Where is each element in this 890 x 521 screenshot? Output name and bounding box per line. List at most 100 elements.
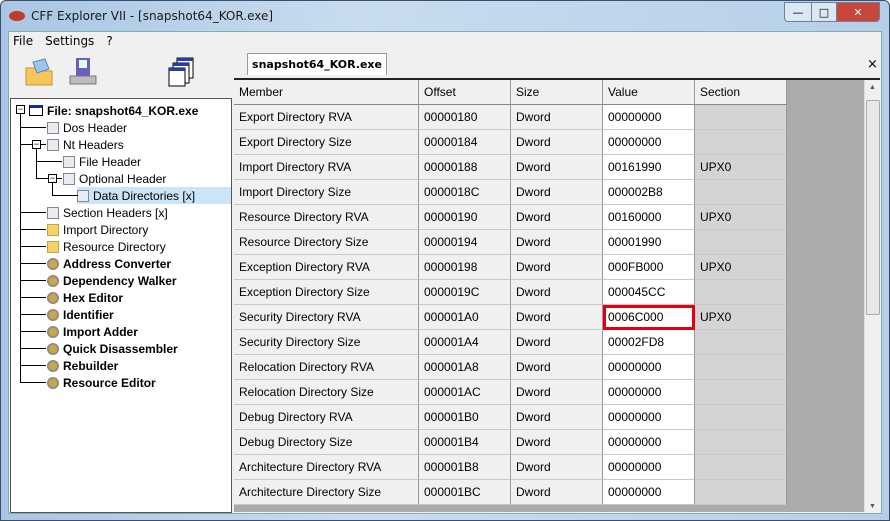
- table-row[interactable]: Security Directory Size 000001A4 Dword 0000…: [234, 330, 787, 355]
- table-row[interactable]: Architecture Directory RVA 000001B8 Dword 0…: [234, 455, 787, 480]
- cell-value[interactable]: 000FB000: [603, 255, 695, 280]
- scrollbar-thumb[interactable]: [866, 100, 880, 315]
- collapse-icon[interactable]: −: [48, 174, 57, 183]
- tree-view[interactable]: File: snapshot64_KOR.exe Dos Header Nt Hea…: [10, 98, 232, 513]
- table-row[interactable]: Debug Directory RVA 000001B0 Dword 00000000: [234, 405, 787, 430]
- tree-item[interactable]: Import Directory: [47, 221, 148, 238]
- maximize-button[interactable]: □: [811, 2, 837, 22]
- table-row[interactable]: Export Directory Size 00000184 Dword 000000…: [234, 130, 787, 155]
- collapse-icon[interactable]: −: [32, 140, 41, 149]
- cell-offset: 00000184: [419, 130, 511, 155]
- scroll-down-icon[interactable]: ▼: [869, 503, 876, 510]
- minimize-button[interactable]: —: [784, 2, 812, 22]
- tree-item-label: Import Adder: [63, 324, 138, 339]
- tree-item[interactable]: Dependency Walker: [47, 272, 177, 289]
- tree-item[interactable]: Identifier: [47, 306, 114, 323]
- tree-item[interactable]: Optional Header: [63, 170, 166, 187]
- cell-section: [695, 180, 787, 205]
- table-row[interactable]: Resource Directory Size 00000194 Dword 0000…: [234, 230, 787, 255]
- doc-icon: [63, 172, 75, 185]
- cell-value[interactable]: 000045CC: [603, 280, 695, 305]
- doc-icon: [63, 155, 75, 168]
- tree-item[interactable]: File: snapshot64_KOR.exe: [29, 102, 198, 119]
- cell-member: Exception Directory RVA: [234, 255, 419, 280]
- cell-offset: 0000018C: [419, 180, 511, 205]
- column-header-member[interactable]: Member: [234, 80, 419, 105]
- column-header-offset[interactable]: Offset: [419, 80, 511, 105]
- cell-member: Import Directory Size: [234, 180, 419, 205]
- cell-member: Security Directory Size: [234, 330, 419, 355]
- cell-value[interactable]: 00000000: [603, 405, 695, 430]
- scroll-up-icon[interactable]: ▲: [869, 84, 876, 91]
- cell-section: [695, 330, 787, 355]
- column-header-value[interactable]: Value: [603, 80, 695, 105]
- column-header-size[interactable]: Size: [511, 80, 603, 105]
- table-row[interactable]: Architecture Directory Size 000001BC Dword…: [234, 480, 787, 505]
- cell-value[interactable]: 00000000: [603, 480, 695, 505]
- table-row[interactable]: Relocation Directory Size 000001AC Dword 00…: [234, 380, 787, 405]
- cell-value[interactable]: 00002FD8: [603, 330, 695, 355]
- cell-member: Exception Directory Size: [234, 280, 419, 305]
- tree-line: [20, 297, 46, 298]
- cell-size: Dword: [511, 355, 603, 380]
- open-folder-icon[interactable]: [23, 56, 55, 88]
- tree-item[interactable]: Data Directories [x]: [77, 187, 231, 204]
- cell-value[interactable]: 0006C000: [603, 305, 695, 330]
- doc-icon: [47, 121, 59, 134]
- cell-value[interactable]: 00000000: [603, 380, 695, 405]
- table-row[interactable]: Relocation Directory RVA 000001A8 Dword 000…: [234, 355, 787, 380]
- cell-value[interactable]: 00000000: [603, 355, 695, 380]
- cell-value[interactable]: 00160000: [603, 205, 695, 230]
- menu-settings[interactable]: Settings: [45, 34, 94, 48]
- windows-icon[interactable]: [167, 56, 199, 88]
- table-row[interactable]: Debug Directory Size 000001B4 Dword 0000000…: [234, 430, 787, 455]
- cell-value[interactable]: 000002B8: [603, 180, 695, 205]
- cell-offset: 00000194: [419, 230, 511, 255]
- table-row[interactable]: Import Directory Size 0000018C Dword 000002…: [234, 180, 787, 205]
- cell-value[interactable]: 00000000: [603, 130, 695, 155]
- tree-item-label: Quick Disassembler: [63, 341, 178, 356]
- tree-item[interactable]: Address Converter: [47, 255, 171, 272]
- vertical-scrollbar[interactable]: ▲ ▼: [864, 80, 880, 512]
- close-tab-button[interactable]: ×: [867, 57, 878, 72]
- cell-member: Relocation Directory RVA: [234, 355, 419, 380]
- cell-value[interactable]: 00161990: [603, 155, 695, 180]
- close-button[interactable]: ✕: [836, 2, 880, 22]
- tree-item[interactable]: Rebuilder: [47, 357, 118, 374]
- tree-item[interactable]: Hex Editor: [47, 289, 123, 306]
- tab-snapshot64[interactable]: snapshot64_KOR.exe: [247, 53, 387, 75]
- tree-item[interactable]: Import Adder: [47, 323, 138, 340]
- cell-value[interactable]: 00000000: [603, 455, 695, 480]
- tree-item[interactable]: Dos Header: [47, 119, 127, 136]
- menu-help[interactable]: ?: [106, 34, 112, 48]
- tree-item[interactable]: File Header: [63, 153, 141, 170]
- tree-item[interactable]: Resource Editor: [47, 374, 156, 391]
- cell-offset: 000001A4: [419, 330, 511, 355]
- column-header-section[interactable]: Section: [695, 80, 787, 105]
- cell-size: Dword: [511, 280, 603, 305]
- tree-item[interactable]: Nt Headers: [47, 136, 124, 153]
- tree-item-label: Dependency Walker: [63, 273, 177, 288]
- tree-item-label: Section Headers [x]: [63, 205, 168, 220]
- cell-value[interactable]: 00000000: [603, 105, 695, 130]
- cell-value[interactable]: 00001990: [603, 230, 695, 255]
- table-row[interactable]: Exception Directory Size 0000019C Dword 000…: [234, 280, 787, 305]
- cell-value[interactable]: 00000000: [603, 430, 695, 455]
- table-row[interactable]: Export Directory RVA 00000180 Dword 0000000…: [234, 105, 787, 130]
- tree-line: [20, 365, 46, 366]
- cell-offset: 000001B8: [419, 455, 511, 480]
- tree-item[interactable]: Resource Directory: [47, 238, 166, 255]
- table-row[interactable]: Exception Directory RVA 00000198 Dword 000F…: [234, 255, 787, 280]
- cell-section: [695, 130, 787, 155]
- tree-item[interactable]: Section Headers [x]: [47, 204, 168, 221]
- table-row[interactable]: Import Directory RVA 00000188 Dword 0016199…: [234, 155, 787, 180]
- table-row[interactable]: Resource Directory RVA 00000190 Dword 00160…: [234, 205, 787, 230]
- menu-file[interactable]: File: [13, 34, 33, 48]
- tree-line: [20, 246, 46, 247]
- table-row[interactable]: Security Directory RVA 000001A0 Dword 0006C…: [234, 305, 787, 330]
- cell-offset: 000001AC: [419, 380, 511, 405]
- cell-size: Dword: [511, 405, 603, 430]
- tree-item[interactable]: Quick Disassembler: [47, 340, 178, 357]
- collapse-icon[interactable]: −: [16, 105, 25, 114]
- save-disk-icon[interactable]: [67, 56, 99, 88]
